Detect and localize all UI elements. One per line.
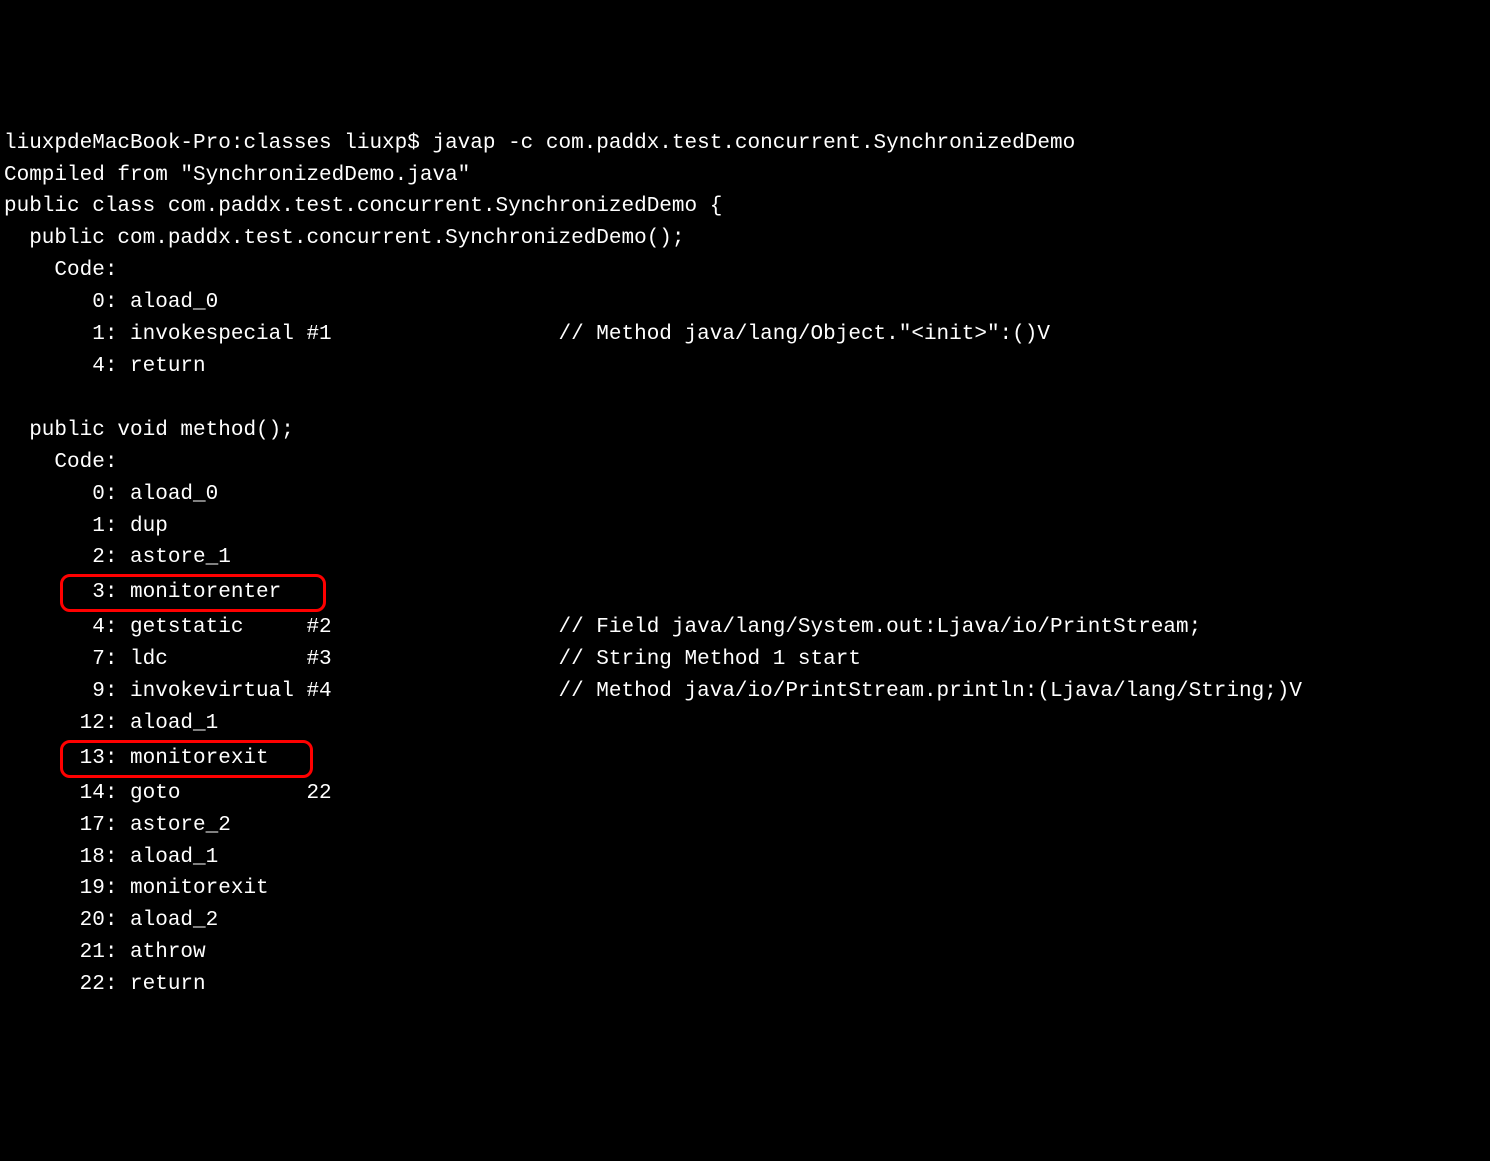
bytecode-line: 4: return	[4, 351, 1486, 383]
bytecode-line: 1: invokespecial #1 // Method java/lang/…	[4, 319, 1486, 351]
bytecode-line: 21: athrow	[4, 937, 1486, 969]
bytecode-line: 9: invokevirtual #4 // Method java/io/Pr…	[4, 676, 1486, 708]
code-label: Code:	[4, 447, 1486, 479]
blank-line	[4, 383, 1486, 415]
monitorexit-highlight: 13: monitorexit	[60, 740, 313, 778]
terminal-output[interactable]: liuxpdeMacBook-Pro:classes liuxp$ javap …	[0, 128, 1490, 1001]
bytecode-line: 7: ldc #3 // String Method 1 start	[4, 644, 1486, 676]
method-signature: public void method();	[4, 415, 1486, 447]
constructor-signature: public com.paddx.test.concurrent.Synchro…	[4, 223, 1486, 255]
class-declaration: public class com.paddx.test.concurrent.S…	[4, 191, 1486, 223]
bytecode-line: 18: aload_1	[4, 842, 1486, 874]
bytecode-line-highlighted: 13: monitorexit	[4, 740, 1486, 778]
bytecode-line: 1: dup	[4, 511, 1486, 543]
bytecode-line-highlighted: 3: monitorenter	[4, 574, 1486, 612]
bytecode-line: 2: astore_1	[4, 542, 1486, 574]
bytecode-line: 0: aload_0	[4, 287, 1486, 319]
bytecode-line: 17: astore_2	[4, 810, 1486, 842]
bytecode-line: 0: aload_0	[4, 479, 1486, 511]
bytecode-line: 12: aload_1	[4, 708, 1486, 740]
bytecode-line: 20: aload_2	[4, 905, 1486, 937]
bytecode-line: 19: monitorexit	[4, 873, 1486, 905]
prompt-line: liuxpdeMacBook-Pro:classes liuxp$ javap …	[4, 128, 1486, 160]
code-label: Code:	[4, 255, 1486, 287]
monitorenter-highlight: 3: monitorenter	[60, 574, 326, 612]
bytecode-line: 14: goto 22	[4, 778, 1486, 810]
bytecode-line: 4: getstatic #2 // Field java/lang/Syste…	[4, 612, 1486, 644]
bytecode-line: 22: return	[4, 969, 1486, 1001]
compiled-from-line: Compiled from "SynchronizedDemo.java"	[4, 160, 1486, 192]
